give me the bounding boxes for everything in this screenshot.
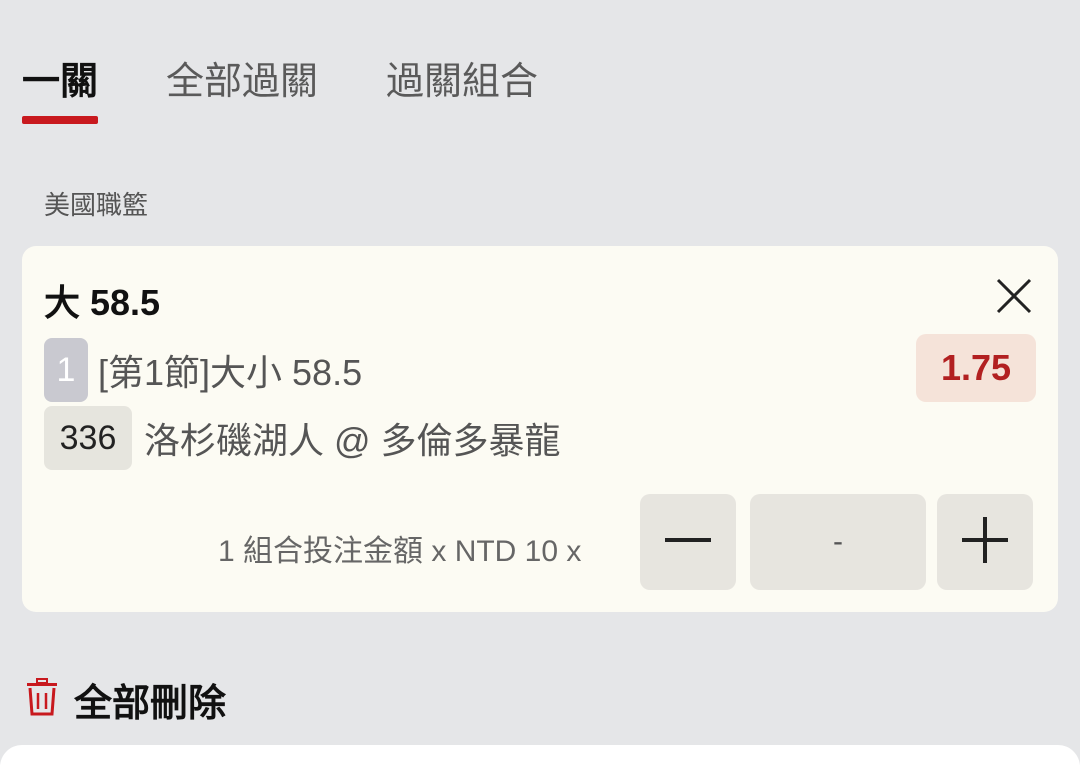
decrease-button[interactable] — [640, 494, 736, 590]
leg-index-badge: 1 — [44, 338, 88, 402]
delete-all-label: 全部刪除 — [74, 683, 227, 725]
trash-icon — [26, 678, 58, 721]
stake-label: 1 組合投注金額 x NTD 10 x — [218, 535, 582, 568]
selection-title: 大 58.5 — [44, 282, 161, 323]
stake-amount-field[interactable]: - — [750, 494, 926, 590]
bet-card: 大 58.5 1 [第1節]大小 58.5 1.75 336 洛杉磯湖人 @ 多… — [22, 246, 1058, 612]
delete-all-button[interactable]: 全部刪除 — [26, 672, 226, 727]
match-row: 336 洛杉磯湖人 @ 多倫多暴龍 — [44, 406, 561, 470]
market-label: [第1節]大小 58.5 — [98, 352, 363, 393]
match-label: 洛杉磯湖人 @ 多倫多暴龍 — [144, 420, 561, 461]
odds-badge[interactable]: 1.75 — [916, 334, 1036, 402]
increase-button[interactable] — [937, 494, 1033, 590]
match-code-badge: 336 — [44, 406, 132, 470]
plus-icon — [960, 515, 1010, 570]
minus-icon — [663, 515, 713, 570]
tab-single[interactable]: 一關 — [22, 52, 99, 124]
bet-type-tabs: 一關 全部過關 過關組合 — [22, 52, 606, 124]
bottom-panel — [0, 745, 1080, 765]
tab-parlay-combo[interactable]: 過關組合 — [386, 52, 538, 124]
tab-all-parlay[interactable]: 全部過關 — [166, 52, 318, 124]
league-label: 美國職籃 — [44, 190, 149, 220]
market-row: 1 [第1節]大小 58.5 — [44, 338, 362, 402]
close-icon[interactable] — [994, 276, 1034, 316]
